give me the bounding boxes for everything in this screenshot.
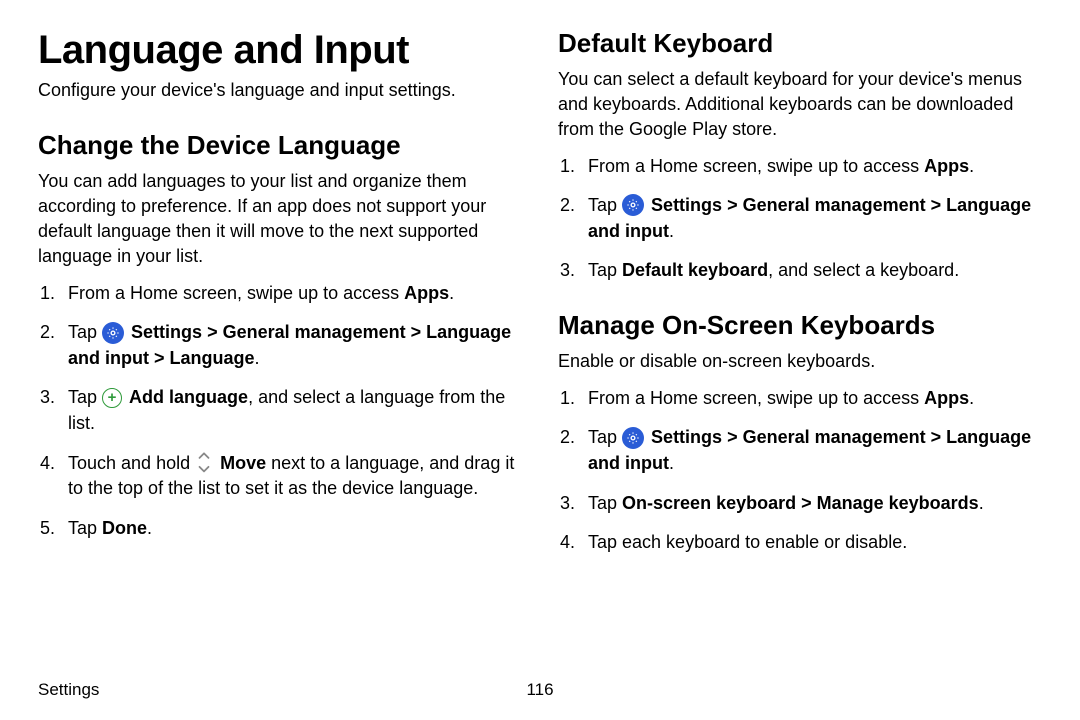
step-text: Tap each keyboard to enable or disable. <box>588 532 907 552</box>
step-text: Tap <box>68 518 102 538</box>
footer-section-label: Settings <box>38 680 99 700</box>
bold-text: General management <box>223 322 406 342</box>
bold-text: Apps <box>924 156 969 176</box>
step-text: , and select a keyboard. <box>768 260 959 280</box>
step-text: Tap <box>68 322 102 342</box>
bold-text: > <box>406 322 427 342</box>
step-item: Tap On-screen keyboard > Manage keyboard… <box>558 491 1042 517</box>
right-column: Default Keyboard You can select a defaul… <box>558 28 1042 582</box>
step-text: Touch and hold <box>68 453 195 473</box>
settings-icon <box>102 322 124 344</box>
step-item: Tap Settings > General management > Lang… <box>38 320 522 371</box>
step-item: Tap Default keyboard, and select a keybo… <box>558 258 1042 284</box>
bold-text: Settings <box>651 195 722 215</box>
step-text: . <box>969 388 974 408</box>
bold-text: > <box>202 322 223 342</box>
step-item: Tap Done. <box>38 516 522 542</box>
move-icon <box>195 452 213 474</box>
step-text: . <box>255 348 260 368</box>
steps-list: From a Home screen, swipe up to access A… <box>558 386 1042 556</box>
step-text: . <box>969 156 974 176</box>
section-change-language: Change the Device Language You can add l… <box>38 130 522 541</box>
step-text: Tap <box>68 387 102 407</box>
step-item: From a Home screen, swipe up to access A… <box>558 386 1042 412</box>
bold-text: Settings <box>131 322 202 342</box>
bold-text: > <box>149 348 170 368</box>
bold-text: > <box>796 493 817 513</box>
step-text: . <box>449 283 454 303</box>
bold-text: General management <box>743 427 926 447</box>
page-intro: Configure your device's language and inp… <box>38 78 522 102</box>
section-body: You can add languages to your list and o… <box>38 169 522 268</box>
section-title: Manage On-Screen Keyboards <box>558 310 1042 341</box>
settings-icon <box>622 427 644 449</box>
step-item: From a Home screen, swipe up to access A… <box>558 154 1042 180</box>
content-columns: Language and Input Configure your device… <box>38 28 1042 582</box>
bold-text: Add language <box>129 387 248 407</box>
step-item: Tap each keyboard to enable or disable. <box>558 530 1042 556</box>
bold-text: > <box>926 195 947 215</box>
section-body: You can select a default keyboard for yo… <box>558 67 1042 141</box>
steps-list: From a Home screen, swipe up to access A… <box>38 281 522 541</box>
step-text: Tap <box>588 260 622 280</box>
bold-text: > <box>722 195 743 215</box>
step-text: . <box>147 518 152 538</box>
section-body: Enable or disable on-screen keyboards. <box>558 349 1042 374</box>
step-text: From a Home screen, swipe up to access <box>588 156 924 176</box>
page-footer: Settings 116 <box>38 680 1042 700</box>
step-text: . <box>979 493 984 513</box>
step-item: Touch and hold Move next to a language, … <box>38 451 522 502</box>
step-text: Tap <box>588 195 622 215</box>
section-manage-keyboards: Manage On-Screen Keyboards Enable or dis… <box>558 310 1042 556</box>
settings-icon <box>622 194 644 216</box>
bold-text: Language <box>170 348 255 368</box>
step-text: . <box>669 453 674 473</box>
bold-text: Settings <box>651 427 722 447</box>
step-text: . <box>669 221 674 241</box>
step-item: Tap Settings > General management > Lang… <box>558 193 1042 244</box>
section-title: Change the Device Language <box>38 130 522 161</box>
steps-list: From a Home screen, swipe up to access A… <box>558 154 1042 284</box>
bold-text: Manage keyboards <box>817 493 979 513</box>
step-item: Tap Settings > General management > Lang… <box>558 425 1042 476</box>
step-text: Tap <box>588 427 622 447</box>
page-title: Language and Input <box>38 28 522 72</box>
step-item: Tap + Add language, and select a languag… <box>38 385 522 436</box>
section-default-keyboard: Default Keyboard You can select a defaul… <box>558 28 1042 284</box>
step-text: From a Home screen, swipe up to access <box>68 283 404 303</box>
step-item: From a Home screen, swipe up to access A… <box>38 281 522 307</box>
bold-text: On-screen keyboard <box>622 493 796 513</box>
step-text: From a Home screen, swipe up to access <box>588 388 924 408</box>
bold-text: General management <box>743 195 926 215</box>
bold-text: > <box>722 427 743 447</box>
bold-text: Done <box>102 518 147 538</box>
page-number: 116 <box>526 680 553 700</box>
left-column: Language and Input Configure your device… <box>38 28 522 582</box>
bold-text: > <box>926 427 947 447</box>
bold-text: Apps <box>924 388 969 408</box>
step-text: Tap <box>588 493 622 513</box>
bold-text: Default keyboard <box>622 260 768 280</box>
bold-text: Apps <box>404 283 449 303</box>
add-icon: + <box>102 388 122 408</box>
bold-text: Move <box>220 453 266 473</box>
section-title: Default Keyboard <box>558 28 1042 59</box>
